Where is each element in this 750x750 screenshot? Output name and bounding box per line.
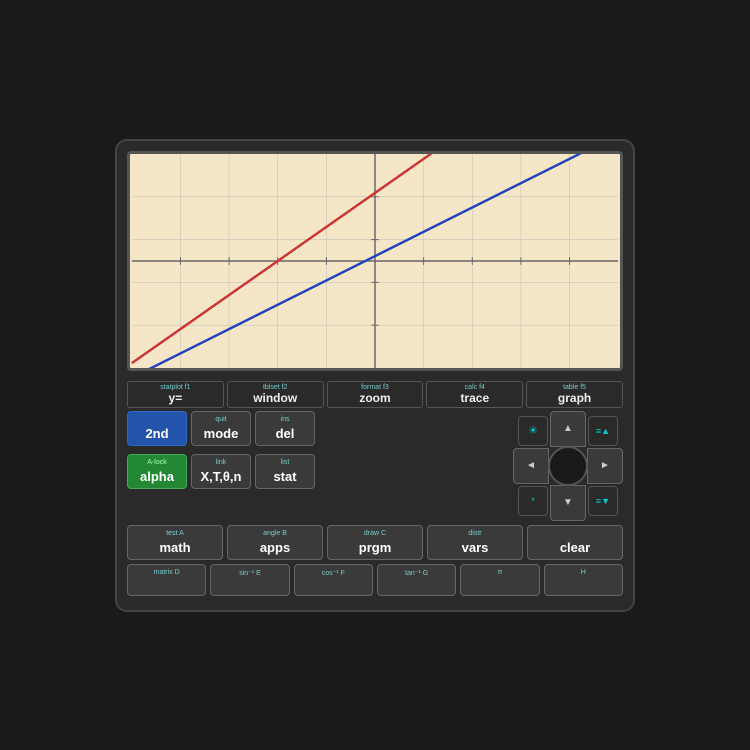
dpad-up-button[interactable]: ▲: [550, 411, 586, 447]
fn-key-trace[interactable]: calc f4 trace: [426, 381, 523, 408]
calculator: statplot f1 y= tblset f2 window format f…: [115, 139, 635, 612]
key-mode[interactable]: quit mode: [191, 411, 251, 446]
key-prgm[interactable]: draw C prgm: [327, 525, 423, 560]
main-label-window: window: [230, 391, 321, 405]
key-x-t-theta-n[interactable]: link X,T,θ,n: [191, 454, 251, 489]
key-row-1: 2nd quit mode ins del: [127, 411, 509, 446]
dpad-left-button[interactable]: ◄: [513, 448, 549, 484]
fn-key-zoom[interactable]: format f3 zoom: [327, 381, 424, 408]
dpad-container: ☀ ≡▲ * ≡▼ ▲ ▼ ◄ ►: [513, 411, 623, 521]
dpad-bl-icon: *: [518, 486, 548, 516]
key-del[interactable]: ins del: [255, 411, 315, 446]
dpad: ☀ ≡▲ * ≡▼ ▲ ▼ ◄ ►: [513, 411, 623, 521]
key-stat[interactable]: list stat: [255, 454, 315, 489]
fn-key-row: statplot f1 y= tblset f2 window format f…: [127, 381, 623, 408]
dpad-br-icon: ≡▼: [588, 486, 618, 516]
fn-key-window[interactable]: tblset f2 window: [227, 381, 324, 408]
fn-label-tblset: tblset f2: [230, 384, 321, 391]
row-2nd-mode: 2nd quit mode ins del A-lock alpha li: [127, 411, 623, 521]
key-row-trig: matrix D sin⁻¹ E cos⁻¹ F tan⁻¹ G π H: [127, 564, 623, 596]
key-tan[interactable]: tan⁻¹ G: [377, 564, 456, 596]
main-label-trace: trace: [429, 391, 520, 405]
main-label-zoom: zoom: [330, 391, 421, 405]
key-math[interactable]: test A math: [127, 525, 223, 560]
fn-label-format: format f3: [330, 384, 421, 391]
fn-label-table: table f5: [529, 384, 620, 391]
key-apps[interactable]: angle B apps: [227, 525, 323, 560]
dpad-center[interactable]: [548, 446, 588, 486]
dpad-tl-icon: ☀: [518, 416, 548, 446]
fn-label-statplot: statplot f1: [130, 384, 221, 391]
key-cos[interactable]: cos⁻¹ F: [294, 564, 373, 596]
main-label-y-equals: y=: [130, 391, 221, 405]
dpad-tr-icon: ≡▲: [588, 416, 618, 446]
key-pi[interactable]: π: [460, 564, 539, 596]
key-2nd[interactable]: 2nd: [127, 411, 187, 446]
fn-key-y-equals[interactable]: statplot f1 y=: [127, 381, 224, 408]
key-h[interactable]: H: [544, 564, 623, 596]
key-sin[interactable]: sin⁻¹ E: [210, 564, 289, 596]
bottom-rows: test A math angle B apps draw C prgm dis…: [127, 525, 623, 596]
graph-screen: [127, 151, 623, 371]
key-row-math: test A math angle B apps draw C prgm dis…: [127, 525, 623, 560]
fn-key-graph[interactable]: table f5 graph: [526, 381, 623, 408]
key-clear[interactable]: clear: [527, 525, 623, 560]
key-vars[interactable]: distr vars: [427, 525, 523, 560]
dpad-right-button[interactable]: ►: [587, 448, 623, 484]
left-key-group-1: 2nd quit mode ins del A-lock alpha li: [127, 411, 509, 493]
key-alpha[interactable]: A-lock alpha: [127, 454, 187, 489]
key-matrix[interactable]: matrix D: [127, 564, 206, 596]
graph-svg: [130, 154, 620, 368]
fn-label-calc: calc f4: [429, 384, 520, 391]
key-row-2: A-lock alpha link X,T,θ,n list stat: [127, 454, 509, 489]
main-label-graph: graph: [529, 391, 620, 405]
dpad-down-button[interactable]: ▼: [550, 485, 586, 521]
